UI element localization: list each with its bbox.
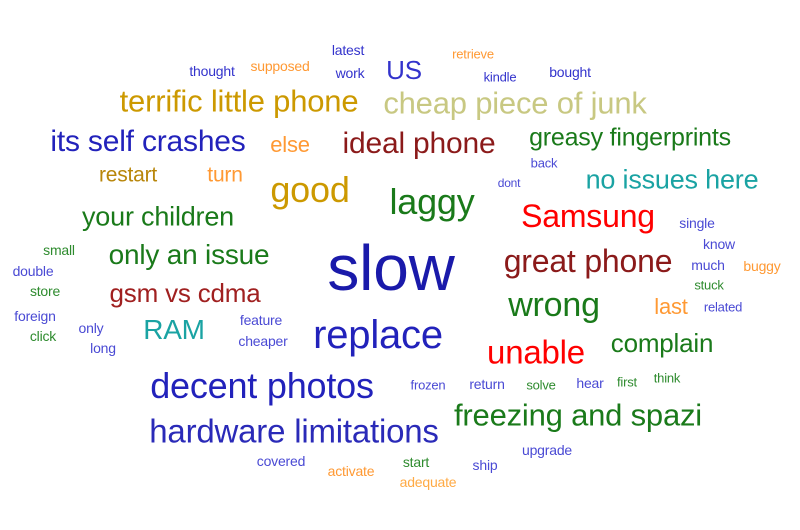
cloud-word: cheap piece of junk (383, 85, 647, 121)
cloud-word: upgrade (522, 442, 572, 458)
cloud-word: else (270, 132, 310, 157)
cloud-word: gsm vs cdma (109, 278, 261, 308)
cloud-word: replace (313, 313, 443, 357)
cloud-word: activate (327, 463, 375, 479)
cloud-word: foreign (14, 308, 56, 324)
cloud-word: freezing and spazi (453, 397, 703, 433)
cloud-word: double (12, 263, 54, 279)
cloud-word: cheaper (238, 333, 288, 349)
cloud-word: long (90, 340, 116, 356)
cloud-word: click (29, 328, 57, 344)
cloud-word: greasy fingerprints (529, 123, 731, 152)
cloud-word: back (530, 155, 558, 171)
cloud-word: know (703, 236, 735, 252)
cloud-word: good (270, 169, 350, 210)
cloud-word: start (402, 454, 430, 470)
cloud-word: wrong (508, 286, 600, 324)
cloud-word: ship (472, 457, 498, 473)
cloud-word: dont (497, 176, 521, 190)
cloud-word: store (29, 283, 61, 299)
cloud-word: frozen (410, 377, 446, 393)
cloud-word: retrieve (452, 46, 494, 62)
cloud-word: no issues here (585, 164, 759, 195)
cloud-word: supposed (250, 58, 310, 74)
cloud-word: bought (549, 64, 591, 80)
cloud-word: hear (576, 375, 604, 391)
cloud-word: work (335, 65, 365, 81)
cloud-word: your children (82, 201, 234, 232)
cloud-word: Samsung (521, 198, 655, 234)
cloud-word: feature (239, 312, 283, 328)
cloud-word: unable (487, 333, 585, 371)
cloud-word: think (653, 370, 681, 386)
cloud-word: only an issue (108, 239, 270, 270)
cloud-word: buggy (743, 258, 781, 274)
word-cloud: slow replace decent photos hardware limitat… (0, 0, 800, 530)
cloud-word: great phone (503, 243, 673, 279)
cloud-word: covered (256, 453, 306, 469)
cloud-word: decent photos (150, 365, 374, 406)
cloud-word: restart (98, 163, 158, 187)
cloud-word: last (654, 294, 688, 319)
cloud-word: slow (327, 232, 455, 304)
cloud-word: its self crashes (50, 125, 246, 158)
cloud-word: much (691, 257, 725, 273)
cloud-word: stuck (694, 277, 724, 293)
cloud-word: hardware limitations (149, 412, 439, 450)
cloud-word: kindle (483, 69, 517, 85)
cloud-word: US (386, 55, 422, 85)
cloud-word: terrific little phone (119, 83, 359, 119)
cloud-word: RAM (143, 314, 205, 345)
cloud-word: small (43, 242, 75, 258)
cloud-word: return (469, 376, 505, 392)
cloud-word: adequate (399, 474, 457, 490)
cloud-word: single (679, 215, 715, 231)
cloud-word: ideal phone (342, 127, 496, 160)
cloud-word: first (617, 374, 637, 390)
cloud-word: turn (207, 163, 243, 187)
cloud-word: latest (331, 42, 365, 58)
cloud-word: related (703, 299, 743, 315)
cloud-word: only (78, 320, 104, 336)
cloud-word: thought (189, 63, 235, 79)
cloud-word: laggy (389, 181, 475, 222)
cloud-word: complain (610, 328, 714, 358)
cloud-word: solve (526, 377, 556, 393)
